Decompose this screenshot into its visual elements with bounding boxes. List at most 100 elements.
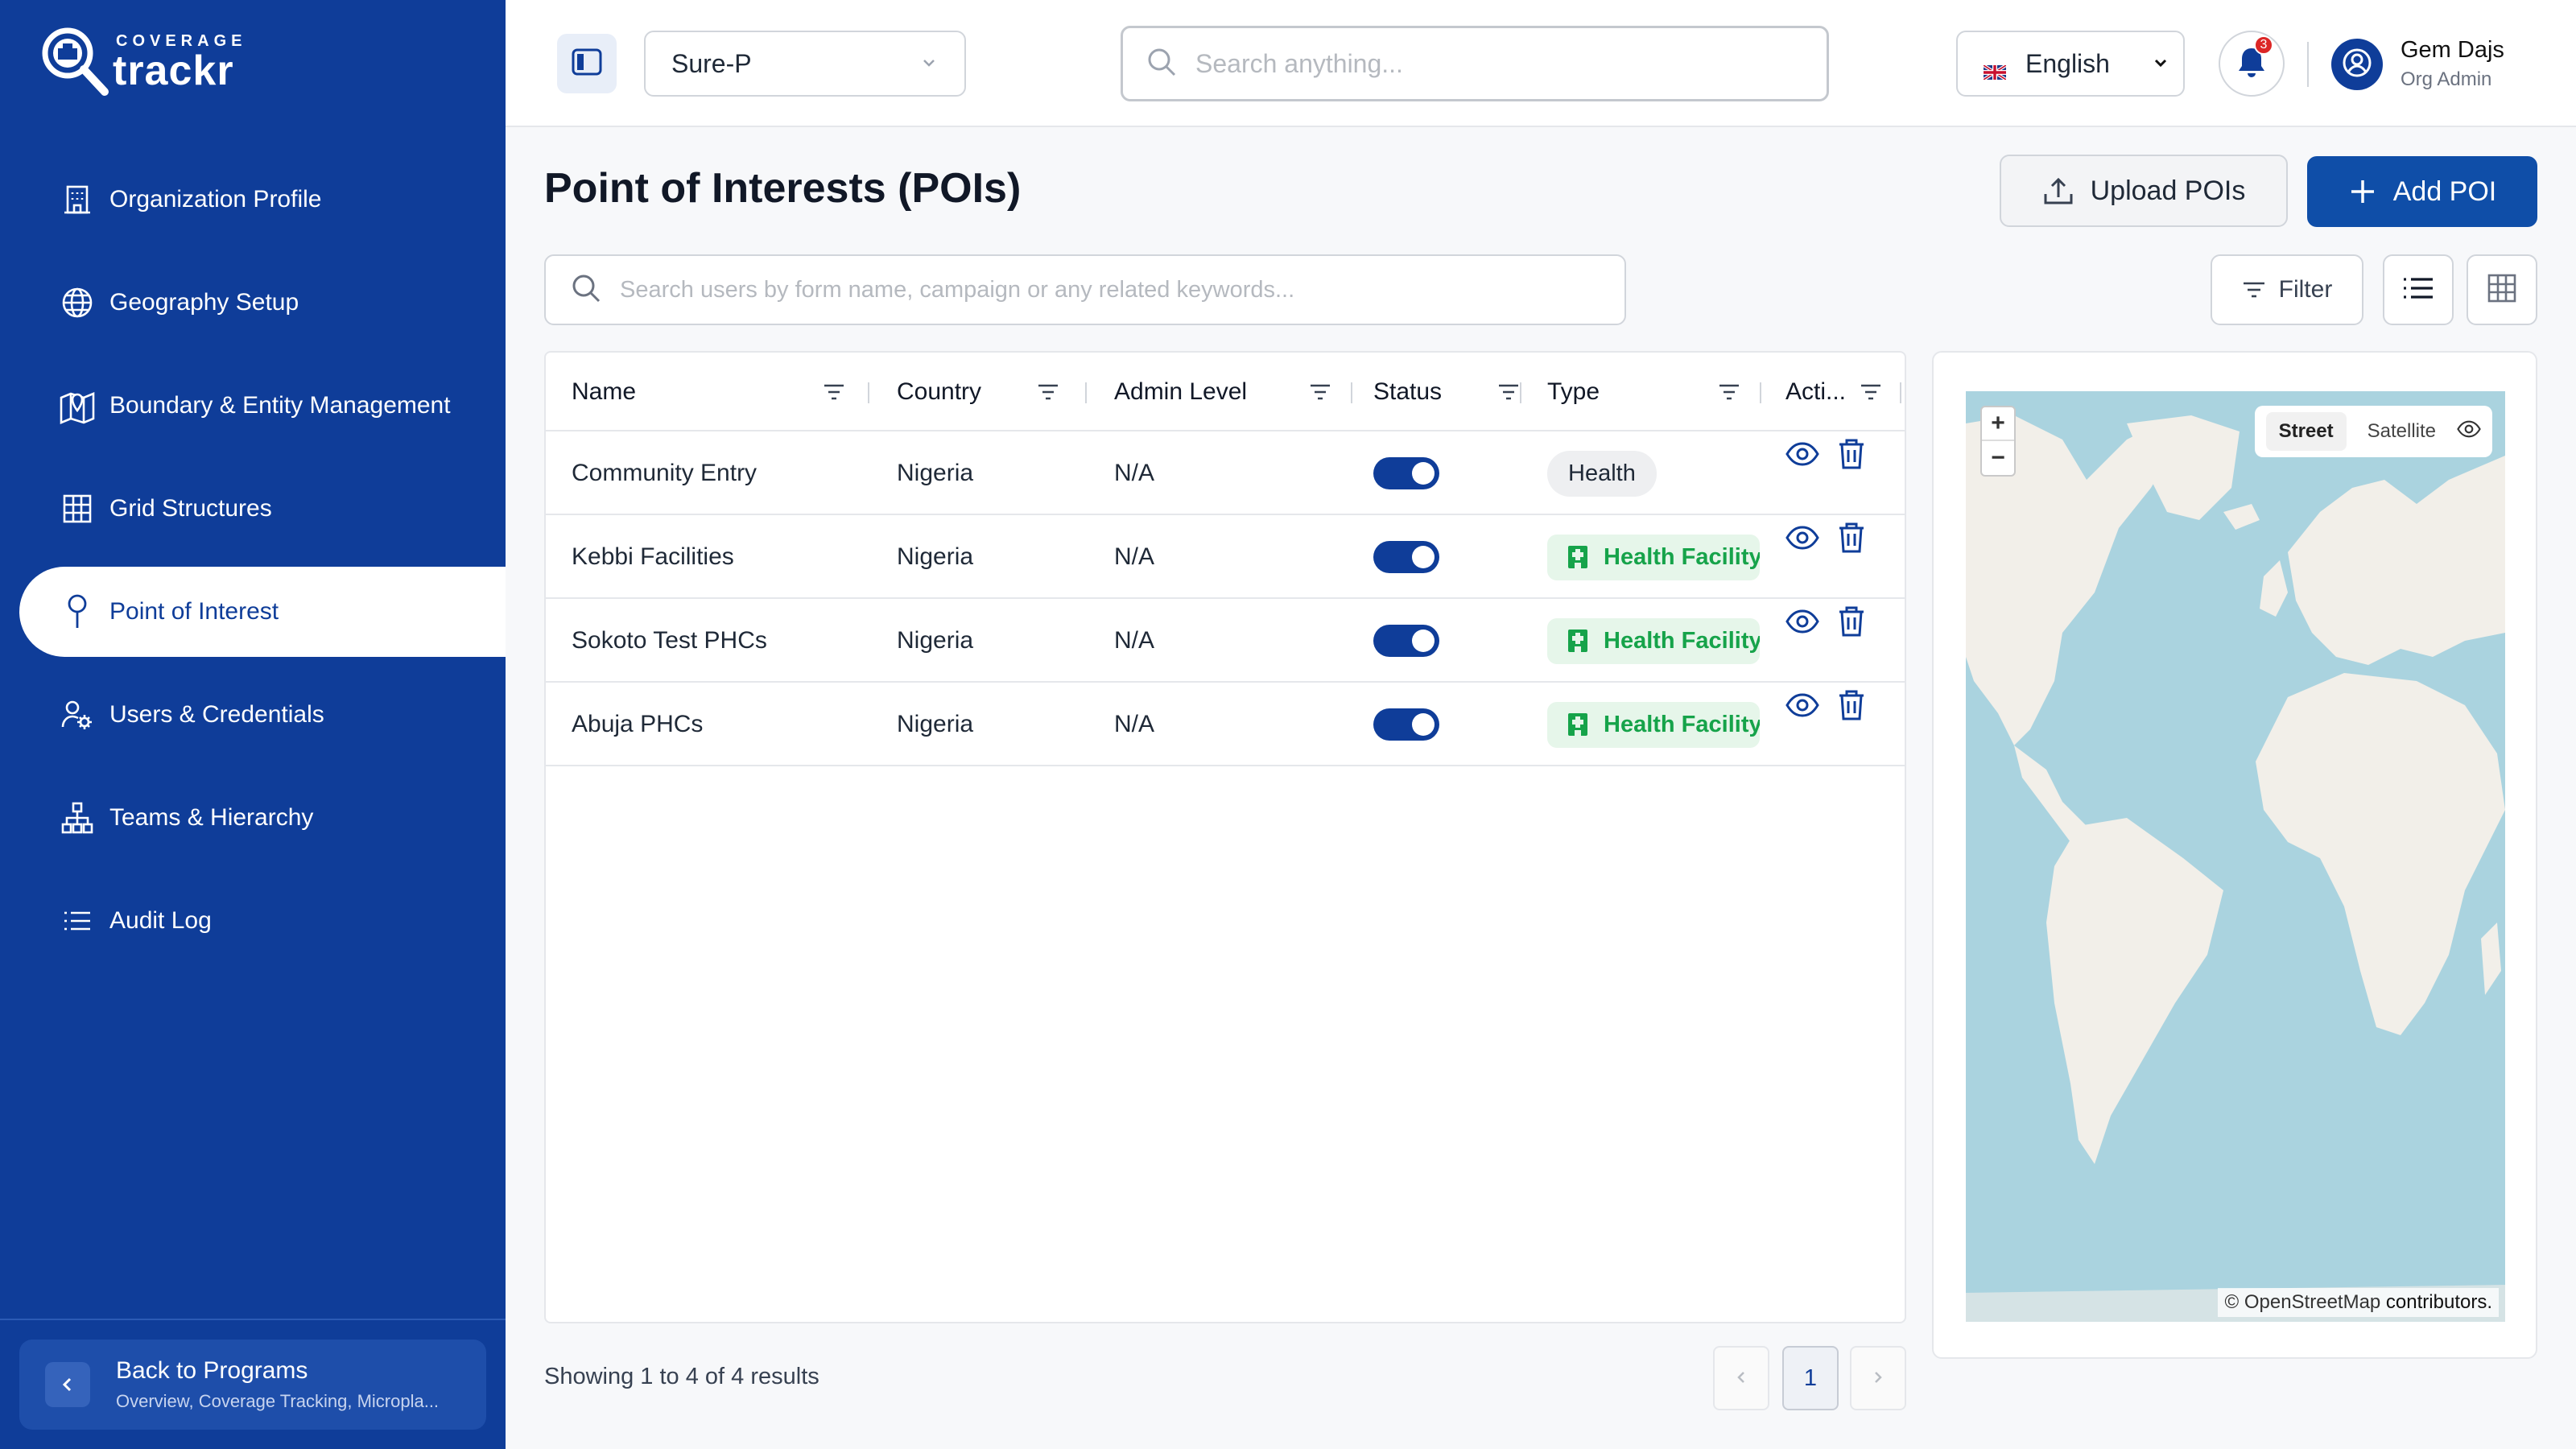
- language-select[interactable]: English: [1956, 31, 2185, 97]
- table-row[interactable]: Sokoto Test PHCs Nigeria N/A Health Faci…: [546, 599, 1905, 683]
- column-separator[interactable]: [1760, 382, 1761, 403]
- building-icon: [58, 180, 97, 219]
- column-filter-icon[interactable]: [1037, 382, 1059, 402]
- upload-pois-button[interactable]: Upload POIs: [2000, 155, 2288, 227]
- map-style-street[interactable]: Street: [2265, 412, 2347, 451]
- grid-view-button[interactable]: [2467, 254, 2537, 325]
- poi-map[interactable]: + − Street Satellite © OpenStreetMap con…: [1966, 391, 2505, 1322]
- uk-flag-icon: [1982, 56, 2008, 81]
- sidebar-item-boundary-entity[interactable]: Boundary & Entity Management: [0, 361, 506, 451]
- sidebar-item-geography-setup[interactable]: Geography Setup: [0, 258, 506, 348]
- magnifier-logo-icon: [39, 24, 113, 98]
- sidebar-item-organization-profile[interactable]: Organization Profile: [0, 155, 506, 245]
- sidebar-item-label: Organization Profile: [109, 186, 322, 213]
- next-page-button[interactable]: [1850, 1346, 1906, 1410]
- column-header-country[interactable]: Country: [897, 353, 1059, 431]
- status-toggle[interactable]: [1373, 457, 1439, 489]
- cell-admin-level: N/A: [1114, 460, 1155, 486]
- table-row[interactable]: Community Entry Nigeria N/A Health: [546, 431, 1905, 515]
- world-map-graphic: [1966, 415, 2505, 1322]
- poi-search[interactable]: [544, 254, 1626, 325]
- type-badge: Health Facility: [1547, 701, 1760, 748]
- filter-button[interactable]: Filter: [2211, 254, 2363, 325]
- column-header-status[interactable]: Status: [1373, 353, 1520, 431]
- globe-icon: [58, 283, 97, 322]
- hospital-icon: [1567, 628, 1589, 654]
- column-label: Country: [897, 378, 982, 405]
- hospital-icon: [1567, 712, 1589, 737]
- trash-icon[interactable]: [1837, 522, 1866, 558]
- sidebar-item-label: Teams & Hierarchy: [109, 804, 314, 831]
- table-row[interactable]: Abuja PHCs Nigeria N/A Health Facility: [546, 683, 1905, 766]
- app-logo[interactable]: COVERAGE trackr: [39, 24, 246, 98]
- add-poi-button[interactable]: Add POI: [2307, 156, 2537, 227]
- column-filter-icon[interactable]: [1497, 382, 1520, 402]
- column-separator[interactable]: [1351, 382, 1352, 403]
- sidebar-item-point-of-interest[interactable]: Point of Interest: [19, 567, 506, 657]
- filter-label: Filter: [2278, 276, 2333, 303]
- column-filter-icon[interactable]: [1309, 382, 1331, 402]
- trash-icon[interactable]: [1837, 438, 1866, 474]
- trash-icon[interactable]: [1837, 605, 1866, 642]
- global-search[interactable]: [1121, 26, 1829, 101]
- chevron-right-icon: [1870, 1365, 1886, 1392]
- column-header-actions[interactable]: Acti...: [1785, 353, 1882, 431]
- list-view-button[interactable]: [2383, 254, 2454, 325]
- column-header-name[interactable]: Name: [572, 353, 845, 431]
- column-separator[interactable]: [868, 382, 869, 403]
- sidebar-item-audit-log[interactable]: Audit Log: [0, 876, 506, 966]
- zoom-in-button[interactable]: +: [1982, 407, 2014, 441]
- sidebar-item-grid-structures[interactable]: Grid Structures: [0, 464, 506, 554]
- poi-search-input[interactable]: [620, 276, 1586, 303]
- status-toggle[interactable]: [1373, 541, 1439, 573]
- sidebar: COVERAGE trackr Organization Profile Geo…: [0, 0, 506, 1449]
- column-separator[interactable]: [1900, 382, 1901, 403]
- poi-table: Name Country Admin Level Status Type Act…: [544, 351, 1906, 1323]
- eye-icon[interactable]: [2457, 420, 2481, 444]
- cell-admin-level: N/A: [1114, 627, 1155, 654]
- results-summary: Showing 1 to 4 of 4 results: [544, 1364, 819, 1389]
- page-button-current[interactable]: 1: [1782, 1346, 1839, 1410]
- table-header: Name Country Admin Level Status Type Act…: [546, 353, 1905, 431]
- eye-icon[interactable]: [1785, 609, 1819, 638]
- cell-admin-level: N/A: [1114, 711, 1155, 737]
- column-header-admin-level[interactable]: Admin Level: [1114, 353, 1331, 431]
- status-toggle[interactable]: [1373, 625, 1439, 657]
- eye-icon[interactable]: [1785, 525, 1819, 554]
- column-filter-icon[interactable]: [1860, 382, 1882, 402]
- page-title: Point of Interests (POIs): [544, 165, 1022, 212]
- location-pin-icon: [58, 592, 97, 631]
- column-label: Name: [572, 378, 637, 405]
- add-poi-label: Add POI: [2392, 175, 2497, 207]
- column-separator[interactable]: [1085, 382, 1087, 403]
- map-style-satellite[interactable]: Satellite: [2355, 412, 2449, 451]
- global-search-input[interactable]: [1195, 48, 1807, 79]
- column-header-type[interactable]: Type: [1547, 353, 1740, 431]
- notifications-button[interactable]: 3: [2219, 31, 2285, 97]
- sidebar-item-teams-hierarchy[interactable]: Teams & Hierarchy: [0, 773, 506, 863]
- osm-link[interactable]: © OpenStreetMap: [2224, 1291, 2380, 1313]
- column-filter-icon[interactable]: [1718, 382, 1740, 402]
- back-to-programs-button[interactable]: Back to Programs Overview, Coverage Trac…: [19, 1340, 486, 1430]
- program-select[interactable]: Sure-P: [644, 31, 966, 97]
- eye-icon[interactable]: [1785, 441, 1819, 470]
- table-row[interactable]: Kebbi Facilities Nigeria N/A Health Faci…: [546, 515, 1905, 599]
- status-toggle[interactable]: [1373, 708, 1439, 741]
- trash-icon[interactable]: [1837, 689, 1866, 725]
- avatar[interactable]: [2331, 39, 2383, 90]
- sidebar-toggle-icon: [572, 48, 602, 80]
- user-role: Org Admin: [2401, 68, 2492, 90]
- column-filter-icon[interactable]: [823, 382, 845, 402]
- column-separator[interactable]: [1520, 382, 1521, 403]
- filter-icon: [2242, 280, 2266, 299]
- zoom-out-button[interactable]: −: [1982, 441, 2014, 475]
- sidebar-item-users-credentials[interactable]: Users & Credentials: [0, 670, 506, 760]
- cell-name: Sokoto Test PHCs: [572, 627, 767, 654]
- sidebar-nav: Organization Profile Geography Setup Bou…: [0, 155, 506, 979]
- cell-country: Nigeria: [897, 460, 974, 486]
- user-info[interactable]: Gem Dajs Org Admin: [2401, 37, 2504, 91]
- sidebar-item-label: Users & Credentials: [109, 701, 324, 728]
- eye-icon[interactable]: [1785, 692, 1819, 721]
- sidebar-toggle-button[interactable]: [557, 34, 617, 93]
- prev-page-button[interactable]: [1713, 1346, 1769, 1410]
